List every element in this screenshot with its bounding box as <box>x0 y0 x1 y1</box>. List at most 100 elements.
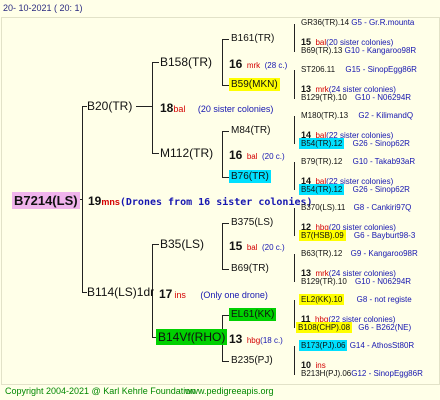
gen3-queen-1[interactable]: B161(TR) <box>231 34 274 44</box>
gen2-queen-1[interactable]: B158(TR) <box>160 56 212 68</box>
gen4-bottom-6[interactable]: B129(TR).10 G10 - N06294R <box>301 278 411 286</box>
gen1-drone-info-2: 17 ins (Only one drone) <box>159 286 268 302</box>
gen4-top-info: G10 - Takab93aR <box>352 157 416 166</box>
gen4-bottom-id: B129(TR).10 <box>301 93 347 102</box>
gen3-queen-3[interactable]: M84(TR) <box>231 126 270 136</box>
gen3-queen-2[interactable]: B59(MKN) <box>229 78 280 91</box>
gen4-top-4[interactable]: B79(TR).12 G10 - Takab93aR <box>301 158 415 166</box>
gen4-bottom-id: B54(TR).12 <box>299 138 345 149</box>
gen4-top-info: G15 - SinopEgg86R <box>345 65 417 74</box>
gen2-abbr: bal <box>246 152 258 161</box>
gen1-abbr: bal <box>173 104 186 114</box>
connector <box>152 62 159 63</box>
gen2-abbr: mrk <box>246 61 261 70</box>
gen4-bottom-id: B213H(PJ).06 <box>301 369 352 378</box>
gen1-drone-info-1: 18bal (20 sister colonies) <box>160 100 273 116</box>
gen2-note: (20 c.) <box>261 243 285 252</box>
gen4-top-1[interactable]: GR36(TR).14 G5 - Gr.R.mounta <box>301 19 414 27</box>
connector <box>294 162 295 190</box>
gen2-drone-info-3: 15 bal (20 c.) <box>229 238 285 254</box>
connector <box>222 131 223 177</box>
gen1-note: (20 sister colonies) <box>197 104 274 114</box>
gen4-bottom-5[interactable]: B7(HSB).09 G6 - Bayburt98-3 <box>299 230 416 241</box>
gen4-bottom-id: B69(TR).13 <box>301 46 343 55</box>
gen4-top-5[interactable]: B370(LS).11 G8 - Cankiri97Q <box>301 204 411 212</box>
connector <box>294 208 295 236</box>
gen4-top-2[interactable]: ST206.11 G15 - SinopEgg86R <box>301 66 417 74</box>
gen4-top-id: ST206.11 <box>301 65 336 74</box>
connector <box>222 223 229 224</box>
connector <box>222 361 229 362</box>
connector <box>222 315 229 316</box>
gen4-bottom-id: B108(CHP).08 <box>296 322 353 333</box>
copyright: Copyright 2004-2021 @ Karl Kehrle Founda… <box>5 386 196 396</box>
gen4-top-id: B79(TR).12 <box>301 157 343 166</box>
connector <box>222 39 229 40</box>
gen3-queen-2-id: B59(MKN) <box>229 78 280 91</box>
connector <box>294 70 295 99</box>
connector <box>294 300 295 328</box>
gen2-drone-info-4: 13 hbg(18 c.) <box>229 331 283 347</box>
connector <box>152 62 153 153</box>
connector <box>222 223 223 269</box>
gen2-num: 16 <box>229 57 243 71</box>
gen4-bottom-info: G26 - Sinop62R <box>352 185 410 194</box>
connector <box>294 116 295 144</box>
gen3-queen-6[interactable]: B69(TR) <box>231 264 269 274</box>
root-note: (Drones from 16 sister colonies) <box>119 197 313 208</box>
root-drone-info: 19mns(Drones from 16 sister colonies) <box>88 193 313 209</box>
gen2-note: (18 c.) <box>260 336 283 345</box>
gen4-bottom-info: G6 - Bayburt98-3 <box>353 231 416 240</box>
root-queen-id: B7214(LS) <box>12 192 80 209</box>
header-date: 20- 10-2021 ( 20: 1) <box>3 3 83 13</box>
gen4-bottom-1[interactable]: B69(TR).13 G10 - Kangaroo98R <box>301 47 416 55</box>
gen2-queen-3[interactable]: B35(LS) <box>160 238 204 250</box>
connector <box>152 153 159 154</box>
gen2-drone-info-1: 16 mrk (28 c.) <box>229 56 287 72</box>
gen3-queen-4-id: B76(TR) <box>229 170 271 183</box>
gen4-bottom-info: G10 - Kangaroo98R <box>344 46 417 55</box>
gen4-bottom-id: B54(TR).12 <box>299 184 345 195</box>
gen3-queen-5[interactable]: B375(LS) <box>231 218 273 228</box>
gen4-top-3[interactable]: M180(TR).13 G2 - KilimandQ <box>301 112 413 120</box>
gen4-bottom-info: G12 - SinopEgg86R <box>351 369 423 378</box>
root-queen[interactable]: B7214(LS) <box>12 192 80 209</box>
gen4-top-id: B173(PJ).06 <box>299 340 348 351</box>
gen4-bottom-7[interactable]: B108(CHP).08 G6 - B262(NE) <box>296 322 411 333</box>
gen2-queen-2[interactable]: M112(TR) <box>160 147 213 159</box>
gen4-bottom-info: G10 - N06294R <box>355 93 412 102</box>
gen1-num: 18 <box>160 101 174 115</box>
gen2-note: (20 c.) <box>261 152 285 161</box>
gen4-top-info: G9 - Kangaroo98R <box>350 249 418 258</box>
connector <box>294 346 295 375</box>
gen4-top-6[interactable]: B63(TR).12 G9 - Kangaroo98R <box>301 250 418 258</box>
gen2-abbr: hbg <box>246 336 261 345</box>
gen4-bottom-8[interactable]: B213H(PJ).06G12 - SinopEgg86R <box>301 370 423 378</box>
connector <box>222 131 229 132</box>
gen1-queen-1[interactable]: B20(TR) <box>87 100 132 112</box>
gen1-note: (Only one drone) <box>200 290 268 300</box>
gen4-bottom-2[interactable]: B129(TR).10 G10 - N06294R <box>301 94 411 102</box>
gen2-queen-4-id: B14Vf(RHO) <box>156 329 228 345</box>
gen4-top-info: G8 - not registe <box>356 295 412 304</box>
gen4-top-info: G14 - AthosSt80R <box>349 341 415 350</box>
gen2-queen-4[interactable]: B14Vf(RHO) <box>156 329 228 345</box>
connector <box>222 39 223 85</box>
gen4-top-7[interactable]: EL2(KK).10 G8 - not registe <box>299 294 412 305</box>
gen1-queen-2[interactable]: B114(LS)1dr <box>87 286 154 298</box>
connector <box>222 269 229 270</box>
gen4-top-id: B63(TR).12 <box>301 249 343 258</box>
gen3-queen-8[interactable]: B235(PJ) <box>231 356 273 366</box>
gen3-queen-4[interactable]: B76(TR) <box>229 170 271 183</box>
gen2-drone-info-2: 16 bal (20 c.) <box>229 147 285 163</box>
site-url[interactable]: www.pedigreeapis.org <box>185 387 274 396</box>
gen4-bottom-3[interactable]: B54(TR).12 G26 - Sinop62R <box>299 138 410 149</box>
connector <box>222 177 229 178</box>
gen4-top-info: G5 - Gr.R.mounta <box>351 18 415 27</box>
gen3-queen-7[interactable]: EL61(KK) <box>229 308 277 321</box>
gen4-top-id: GR36(TR).14 <box>301 18 350 27</box>
gen4-bottom-4[interactable]: B54(TR).12 G26 - Sinop62R <box>299 184 410 195</box>
connector <box>294 24 295 52</box>
gen4-bottom-id: B129(TR).10 <box>301 277 347 286</box>
gen4-top-8[interactable]: B173(PJ).06 G14 - AthosSt80R <box>299 340 415 351</box>
